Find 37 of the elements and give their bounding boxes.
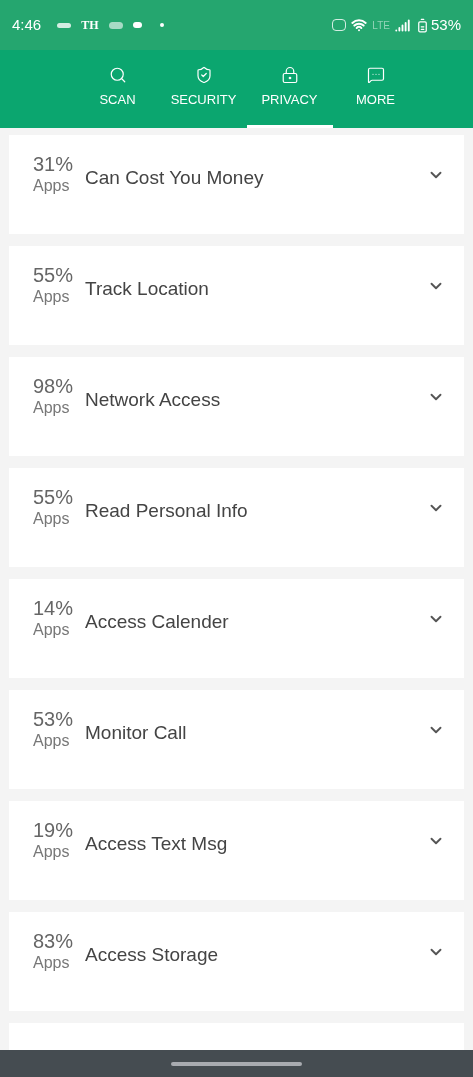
permission-title: Network Access [85,388,221,412]
percent-text: 83% [33,929,75,953]
permission-title: Access Storage [85,943,219,967]
apps-label: Apps [33,398,71,418]
wifi-icon [351,17,368,33]
percent-text: 55% [33,485,75,509]
permission-title: Access Calender [85,610,229,634]
network-label: LTE [372,18,390,33]
signal-icon [394,17,410,33]
apps-label: Apps [33,509,71,529]
lock-icon [280,65,299,84]
percent-text: 14% [33,596,75,620]
apps-label: Apps [33,953,71,973]
percent-text: 19% [33,818,75,842]
notification-text: TH [81,17,99,34]
apps-label: Apps [33,620,71,640]
search-icon [108,65,127,84]
clock-text: 4:46 [12,14,42,35]
apps-label: Apps [33,287,71,307]
permission-title: Read Personal Info [85,499,248,523]
permission-title: Track Location [85,277,209,301]
permission-title: Can Cost You Money [85,166,264,190]
permission-title: Monitor Call [85,721,187,745]
percent-text: 55% [33,263,75,287]
permission-title: Access Text Msg [85,832,228,856]
percent-text: 31% [33,152,75,176]
notification-icon [108,21,123,29]
battery-text: 53% [430,14,461,35]
notification-icon [57,22,72,28]
apps-label: Apps [33,731,71,751]
apps-label: Apps [33,842,71,862]
percent-text: 98% [33,374,75,398]
home-handle[interactable] [171,1061,302,1066]
chat-dots-icon [366,65,385,84]
shield-icon [194,65,213,84]
apps-label: Apps [33,176,71,196]
percent-text: 53% [33,707,75,731]
